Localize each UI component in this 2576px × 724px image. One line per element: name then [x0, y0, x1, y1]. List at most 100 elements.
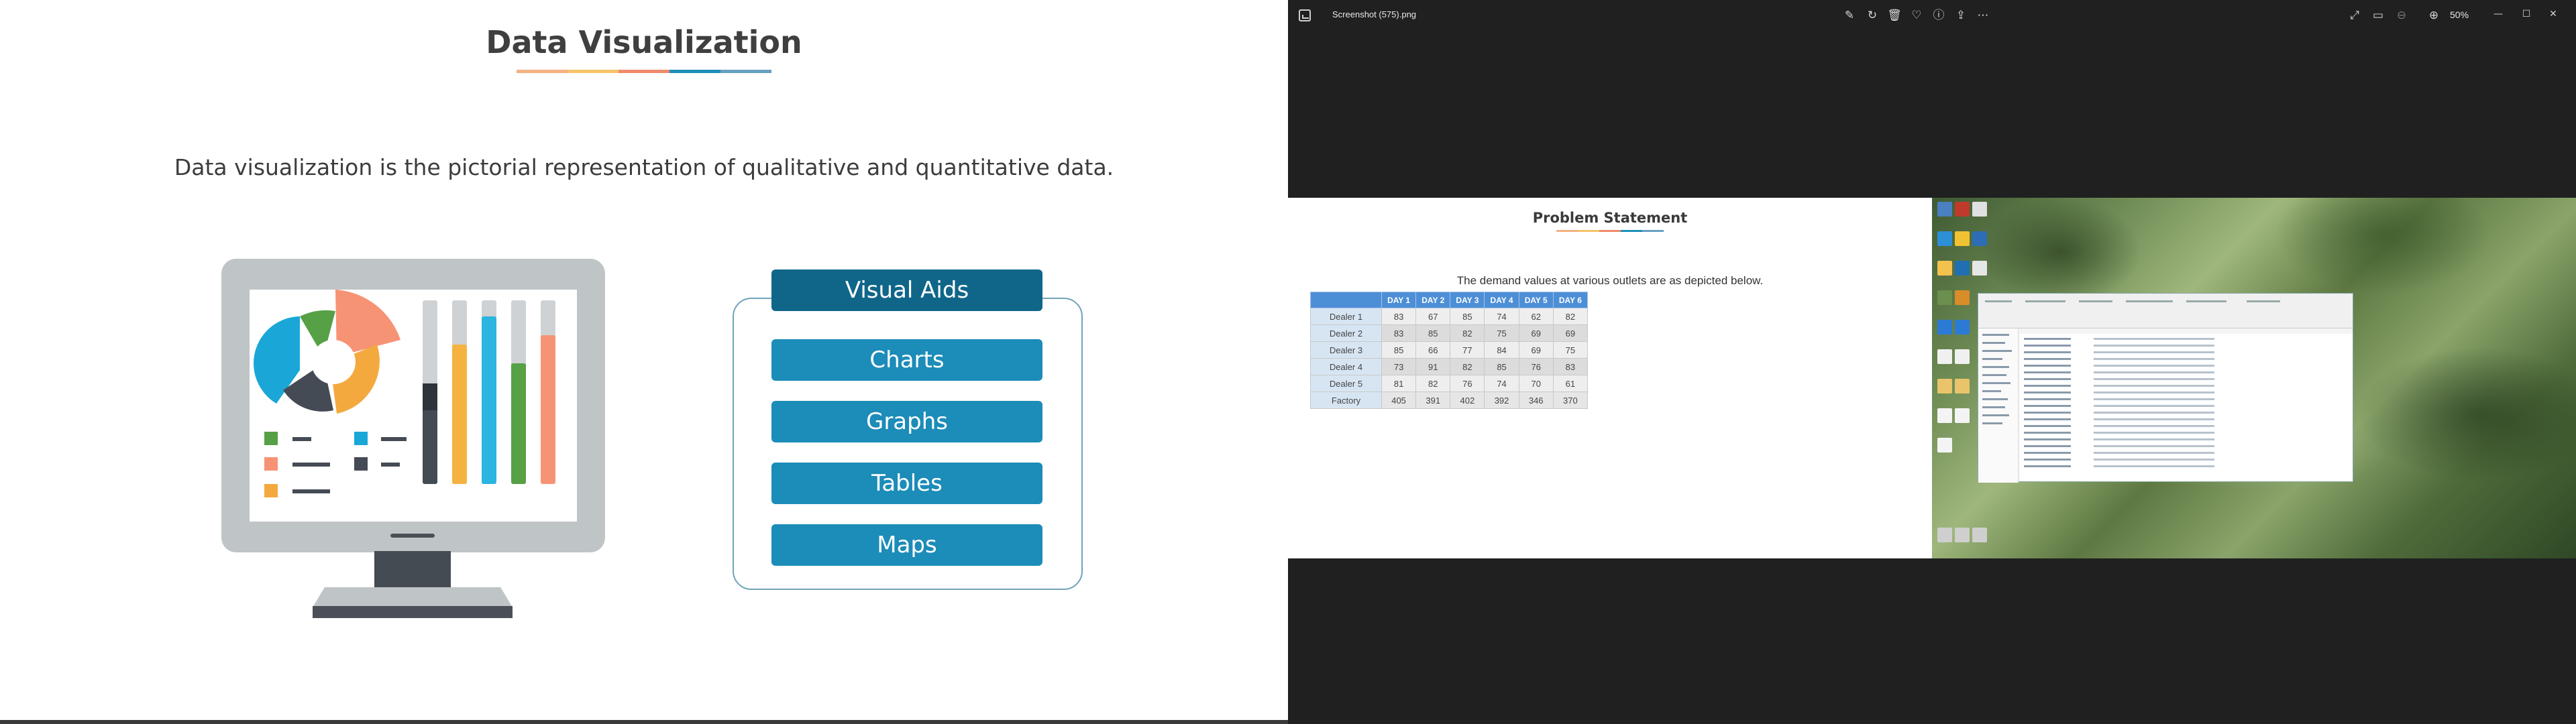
file-title: Screenshot (575).png: [1332, 9, 1417, 19]
table-cell: 67: [1415, 308, 1451, 325]
table-cell: 62: [1518, 308, 1554, 325]
file-entry-line: [2024, 438, 2071, 440]
table-row-label: Dealer 5: [1310, 375, 1382, 392]
desktop-icon: [1937, 202, 1952, 217]
slide-bottom-border: [0, 720, 1288, 724]
bar-dark-top: [423, 383, 437, 410]
table-cell: 75: [1484, 324, 1519, 342]
slide-title: Data Visualization: [486, 24, 802, 60]
table-cell: 85: [1415, 324, 1451, 342]
presentation-slide: Data Visualization Data visualization is…: [0, 0, 1288, 724]
file-entry-line: [2024, 365, 2071, 367]
rotate-icon[interactable]: ↻: [1865, 8, 1880, 23]
filmstrip-icon[interactable]: ▭: [2371, 8, 2385, 23]
zoom-out-icon[interactable]: ⊖: [2394, 8, 2409, 23]
table-row-label: Dealer 1: [1310, 308, 1382, 325]
edit-icon[interactable]: ✎: [1842, 8, 1857, 23]
table-cell: 69: [1518, 341, 1554, 359]
aid-charts[interactable]: Charts: [771, 339, 1042, 381]
table-cell: 66: [1415, 341, 1451, 359]
table-header-cell: DAY 2: [1415, 292, 1451, 308]
pie-hole: [311, 340, 356, 384]
maximize-button[interactable]: ☐: [2513, 4, 2540, 24]
table-cell: 392: [1484, 391, 1519, 409]
minimize-button[interactable]: —: [2485, 4, 2512, 24]
file-entry-line: [2024, 465, 2071, 467]
dashboard-graphic: [254, 290, 555, 497]
desktop-icon: [1955, 408, 1970, 423]
table-header-cell: [1310, 292, 1382, 308]
file-entry-line: [2024, 425, 2071, 427]
desktop-icon: [1972, 231, 1987, 246]
file-meta-line: [2094, 338, 2214, 340]
demand-table: DAY 1 DAY 2 DAY 3 DAY 4 DAY 5 DAY 6 Deal…: [1310, 292, 1589, 409]
explorer-file-list: [2020, 334, 2353, 481]
file-entry-line: [2024, 358, 2071, 360]
legend-swatch-orange: [264, 484, 278, 497]
favorite-icon[interactable]: ♡: [1909, 8, 1924, 23]
file-entry-line: [2024, 338, 2071, 340]
monitor-stand-neck: [374, 551, 451, 589]
aid-tables[interactable]: Tables: [771, 463, 1042, 504]
file-entry-line: [2024, 371, 2071, 373]
displayed-image[interactable]: Problem Statement The demand values at v…: [1288, 198, 2576, 558]
desktop-icon: [1937, 379, 1952, 394]
file-entry-line: [2024, 459, 2071, 461]
file-meta-line: [2094, 445, 2214, 447]
visual-aids-header: Visual Aids: [771, 269, 1042, 311]
aid-maps[interactable]: Maps: [771, 524, 1042, 566]
file-entry-line: [2024, 432, 2071, 434]
table-cell: 82: [1450, 358, 1485, 375]
close-button[interactable]: ✕: [2540, 4, 2567, 24]
zoom-in-icon[interactable]: ⊕: [2426, 8, 2441, 23]
table-cell: 70: [1518, 375, 1554, 392]
table-cell: 346: [1518, 391, 1554, 409]
table-cell: 85: [1381, 341, 1417, 359]
info-icon[interactable]: ⓘ: [1931, 8, 1946, 23]
file-meta-line: [2094, 418, 2214, 420]
table-cell: 370: [1552, 391, 1589, 409]
table-row: Dealer 5 81 82 76 74 70 61: [1310, 375, 1589, 392]
table-cell: 76: [1518, 358, 1554, 375]
desktop-icon: [1972, 261, 1987, 276]
more-icon[interactable]: ⋯: [1976, 8, 1990, 23]
image-description: The demand values at various outlets are…: [1456, 274, 1764, 287]
monitor-stand-base: [313, 587, 513, 607]
image-title-underline: [1556, 230, 1664, 232]
table-cell: 75: [1552, 341, 1589, 359]
file-meta-line: [2094, 351, 2214, 353]
fullscreen-icon[interactable]: ⤢: [2347, 8, 2362, 23]
desktop-icon: [1955, 261, 1970, 276]
legend-swatch-green: [264, 432, 278, 445]
table-cell: 76: [1450, 375, 1485, 392]
table-header-cell: DAY 3: [1450, 292, 1485, 308]
zoom-level[interactable]: 50%: [2450, 9, 2469, 20]
image-slide: Problem Statement The demand values at v…: [1288, 198, 1932, 558]
file-meta-line: [2094, 391, 2214, 394]
bar-green: [511, 363, 526, 484]
desktop-icon: [1937, 290, 1952, 305]
monitor-button: [390, 534, 435, 538]
file-entry-line: [2024, 445, 2071, 447]
monitor-illustration: [221, 259, 605, 552]
viewer-titlebar: Screenshot (575).png ✎ ↻ 🗑 ♡ ⓘ ⇪ ⋯ ⤢ ▭ ⊖…: [1288, 0, 2576, 32]
file-entry-line: [2024, 351, 2071, 353]
file-entry-line: [2024, 345, 2071, 347]
table-cell: 85: [1484, 358, 1519, 375]
legend-swatch-dark: [354, 457, 368, 471]
table-row: Factory 405 391 402 392 346 370: [1310, 391, 1589, 409]
table-cell: 73: [1381, 358, 1417, 375]
table-cell: 91: [1415, 358, 1451, 375]
desktop-icon: [1937, 261, 1952, 276]
table-row-label: Dealer 2: [1310, 324, 1382, 342]
file-entry-line: [2024, 412, 2071, 414]
table-cell: 391: [1415, 391, 1451, 409]
table-cell: 82: [1450, 324, 1485, 342]
aid-graphs[interactable]: Graphs: [771, 401, 1042, 442]
delete-icon[interactable]: 🗑: [1887, 8, 1902, 23]
desktop-icon: [1955, 202, 1970, 217]
table-row-label: Dealer 4: [1310, 358, 1382, 375]
desktop-icon: [1937, 408, 1952, 423]
share-icon[interactable]: ⇪: [1953, 8, 1968, 23]
bar-orange: [452, 345, 467, 484]
